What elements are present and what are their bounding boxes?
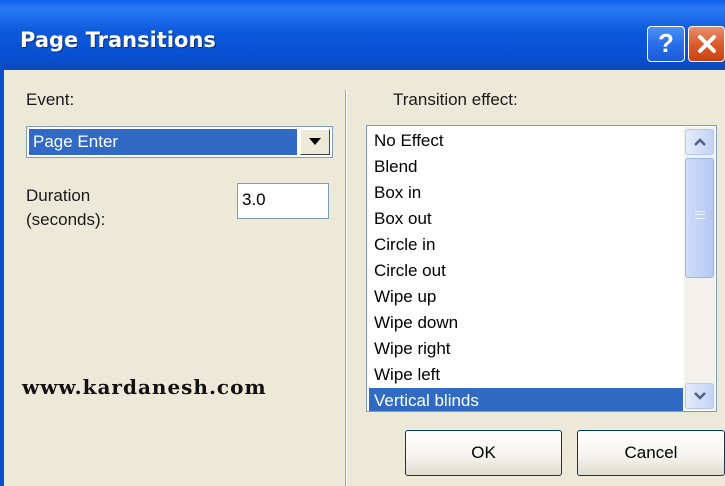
watermark-text: www.kardanesh.com: [22, 375, 267, 399]
list-item[interactable]: No Effect: [369, 128, 683, 154]
chevron-up-icon: [694, 138, 706, 146]
list-item[interactable]: Circle out: [369, 258, 683, 284]
scroll-down-button[interactable]: [685, 383, 714, 409]
chevron-down-icon: [694, 392, 706, 400]
panel-divider: [345, 90, 347, 486]
ok-button[interactable]: OK: [405, 430, 562, 476]
close-button[interactable]: [688, 26, 725, 62]
list-item[interactable]: Wipe right: [369, 336, 683, 362]
dropdown-arrow-button[interactable]: [300, 129, 330, 155]
scroll-up-button[interactable]: [685, 129, 714, 155]
list-item[interactable]: Circle in: [369, 232, 683, 258]
list-item[interactable]: Blend: [369, 154, 683, 180]
duration-label-line2: (seconds):: [26, 210, 106, 229]
transition-effect-list[interactable]: No Effect Blend Box in Box out Circle in Circ…: [366, 125, 717, 412]
event-label: Event:: [26, 90, 75, 109]
effect-items: No Effect Blend Box in Box out Circle in Circ…: [369, 128, 683, 411]
vertical-scrollbar[interactable]: [684, 127, 715, 410]
list-item[interactable]: Wipe down: [369, 310, 683, 336]
list-item[interactable]: Vertical blinds: [369, 388, 683, 411]
list-item[interactable]: Wipe up: [369, 284, 683, 310]
close-icon: [698, 35, 716, 53]
window-border: [0, 70, 4, 486]
help-icon: ?: [658, 28, 674, 58]
duration-label-line1: Duration: [26, 186, 91, 205]
cancel-button[interactable]: Cancel: [577, 430, 725, 476]
title-bar[interactable]: Page Transitions ?: [0, 0, 725, 70]
list-item[interactable]: Box out: [369, 206, 683, 232]
list-item[interactable]: Box in: [369, 180, 683, 206]
duration-input[interactable]: 3.0: [237, 183, 329, 219]
help-button[interactable]: ?: [647, 26, 685, 62]
event-dropdown-value: Page Enter: [29, 129, 297, 155]
chevron-down-icon: [309, 138, 321, 145]
scroll-grip-icon: [695, 211, 705, 219]
event-dropdown[interactable]: Page Enter: [26, 126, 333, 158]
transition-effect-label: Transition effect:: [393, 90, 518, 109]
scroll-thumb[interactable]: [685, 158, 714, 278]
window-title: Page Transitions: [20, 28, 216, 52]
page-transitions-dialog: Page Transitions ? Event: Page Enter Dur…: [0, 0, 725, 486]
list-item[interactable]: Wipe left: [369, 362, 683, 388]
